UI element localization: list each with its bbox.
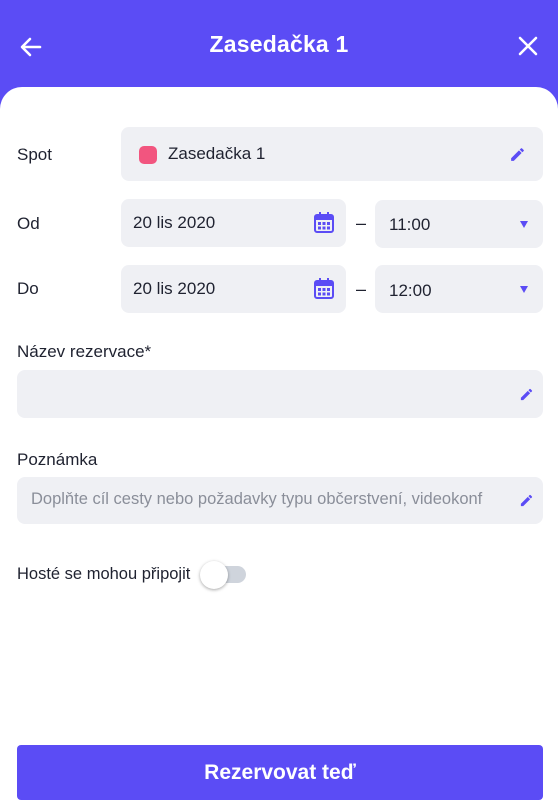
from-label: Od — [17, 214, 40, 233]
spot-field[interactable]: Zasedačka 1 — [121, 127, 543, 181]
pencil-icon[interactable] — [519, 493, 534, 508]
from-time-select[interactable]: 11:00 — [375, 200, 543, 248]
to-date-field[interactable]: 20 lis 2020 — [121, 265, 346, 313]
reserve-button[interactable]: Rezervovat teď — [17, 745, 543, 800]
to-time-value: 12:00 — [389, 281, 432, 300]
pencil-icon[interactable] — [509, 146, 526, 163]
pencil-icon[interactable] — [519, 387, 534, 402]
from-date-value: 20 lis 2020 — [133, 213, 216, 232]
time-separator: – — [356, 279, 367, 299]
reservation-name-input[interactable] — [17, 370, 543, 418]
header-bar: Zasedačka 1 — [0, 0, 558, 100]
close-icon[interactable] — [516, 34, 540, 58]
time-separator: – — [356, 213, 367, 233]
from-date-field[interactable]: 20 lis 2020 — [121, 199, 346, 247]
spot-value: Zasedačka 1 — [168, 144, 266, 163]
from-time-value: 11:00 — [389, 215, 431, 234]
page-title: Zasedačka 1 — [209, 31, 349, 57]
to-date-value: 20 lis 2020 — [133, 279, 216, 298]
guests-toggle-knob[interactable] — [200, 561, 228, 589]
to-label: Do — [17, 279, 39, 298]
note-label: Poznámka — [17, 450, 98, 469]
note-input[interactable]: Doplňte cíl cesty nebo požadavky typu ob… — [17, 477, 543, 524]
to-time-select[interactable]: 12:00 — [375, 265, 543, 313]
reservation-name-label: Název rezervace* — [17, 342, 152, 361]
guests-label: Hosté se mohou připojit — [17, 565, 191, 583]
note-placeholder: Doplňte cíl cesty nebo požadavky typu ob… — [31, 490, 483, 508]
spot-color-swatch — [139, 146, 157, 164]
chevron-down-icon — [520, 286, 528, 293]
calendar-icon[interactable] — [313, 277, 335, 300]
spot-label: Spot — [17, 145, 52, 164]
calendar-icon[interactable] — [313, 211, 335, 234]
chevron-down-icon — [520, 221, 528, 228]
